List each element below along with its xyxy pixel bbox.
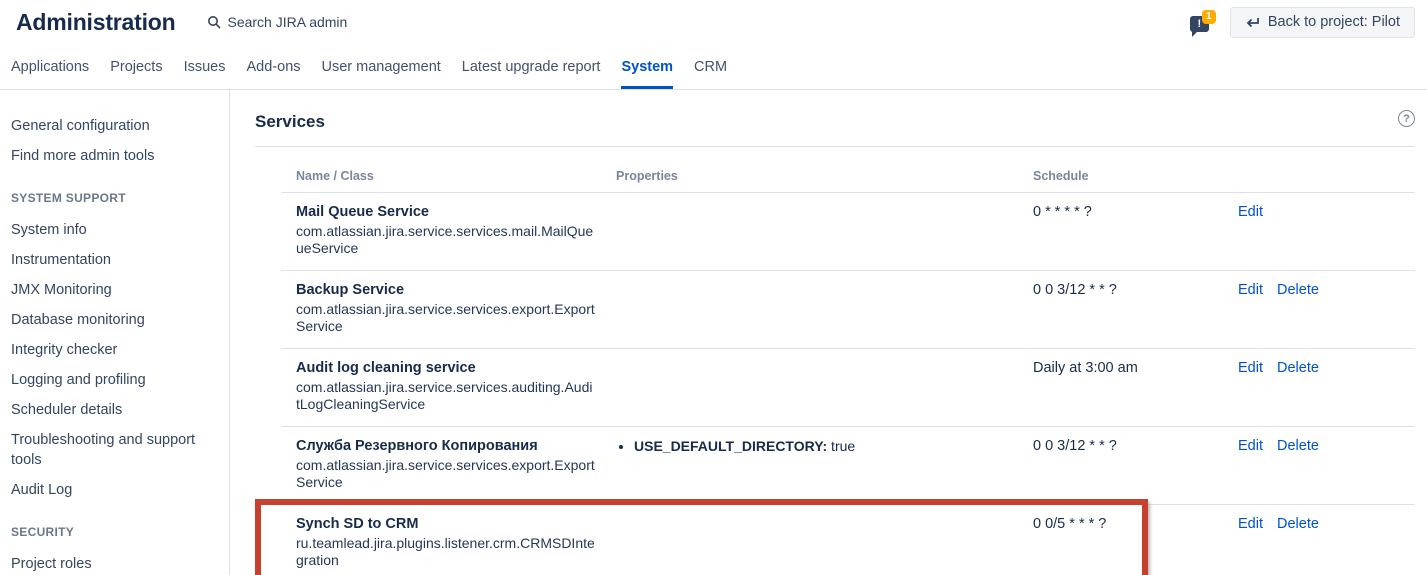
service-actions-cell: Edit <box>1223 204 1415 257</box>
service-actions-cell: Edit Delete <box>1223 360 1415 413</box>
column-header-properties: Properties <box>601 169 1018 183</box>
property-key: USE_DEFAULT_DIRECTORY: <box>634 438 827 454</box>
tab-projects[interactable]: Projects <box>110 44 162 89</box>
notifications-icon[interactable]: ! 1 <box>1190 10 1216 34</box>
service-property: USE_DEFAULT_DIRECTORY: true <box>634 438 1018 454</box>
service-name-cell: Synch SD to CRM ru.teamlead.jira.plugins.… <box>281 516 601 569</box>
sidebar-item-logging-and-profiling[interactable]: Logging and profiling <box>11 370 219 390</box>
return-arrow-icon <box>1245 16 1260 29</box>
notification-badge: 1 <box>1202 10 1216 24</box>
service-properties-cell: USE_DEFAULT_DIRECTORY: true <box>601 438 1018 491</box>
sidebar-item-project-roles[interactable]: Project roles <box>11 554 219 574</box>
services-heading: Services <box>255 112 325 132</box>
service-schedule: 0 0 3/12 * * ? <box>1018 282 1223 335</box>
tab-user-management[interactable]: User management <box>322 44 441 89</box>
sidebar-item-system-info[interactable]: System info <box>11 220 219 240</box>
main-content: Services ? Name / Class Properties Sched… <box>230 90 1427 575</box>
sidebar-item-database-monitoring[interactable]: Database monitoring <box>11 310 219 330</box>
edit-link[interactable]: Edit <box>1238 282 1263 298</box>
column-header-schedule: Schedule <box>1018 169 1223 183</box>
sidebar-item-integrity-checker[interactable]: Integrity checker <box>11 340 219 360</box>
sidebar-item-find-more-admin-tools[interactable]: Find more admin tools <box>11 146 219 166</box>
service-schedule: 0 * * * * ? <box>1018 204 1223 257</box>
service-class: com.atlassian.jira.service.services.expo… <box>296 457 596 491</box>
sidebar-item-troubleshooting-and-support-tools[interactable]: Troubleshooting and support tools <box>11 430 219 470</box>
service-schedule: 0 0 3/12 * * ? <box>1018 438 1223 491</box>
header-right: ! 1 Back to project: Pilot <box>1190 7 1415 38</box>
edit-link[interactable]: Edit <box>1238 204 1263 220</box>
table-row: Backup Service com.atlassian.jira.service… <box>281 271 1415 349</box>
tab-add-ons[interactable]: Add-ons <box>247 44 301 89</box>
help-icon[interactable]: ? <box>1398 110 1415 127</box>
service-class: com.atlassian.jira.service.services.audi… <box>296 379 596 413</box>
tab-issues[interactable]: Issues <box>184 44 226 89</box>
service-class: ru.teamlead.jira.plugins.listener.crm.CR… <box>296 535 596 569</box>
service-properties-cell <box>601 204 1018 257</box>
sidebar: General configuration Find more admin too… <box>0 90 230 575</box>
sidebar-section-system-support: SYSTEM SUPPORT <box>11 191 219 205</box>
edit-link[interactable]: Edit <box>1238 360 1263 376</box>
tab-applications[interactable]: Applications <box>11 44 89 89</box>
sidebar-item-instrumentation[interactable]: Instrumentation <box>11 250 219 270</box>
service-properties-cell <box>601 516 1018 569</box>
service-name-cell: Mail Queue Service com.atlassian.jira.ser… <box>281 204 601 257</box>
service-properties-cell <box>601 360 1018 413</box>
table-row: Служба Резервного Копирования com.atlassi… <box>281 427 1415 505</box>
service-actions-cell: Edit Delete <box>1223 438 1415 491</box>
sidebar-section-security: SECURITY <box>11 525 219 539</box>
service-actions-cell: Edit Delete <box>1223 516 1415 569</box>
service-properties-cell <box>601 282 1018 335</box>
service-class: com.atlassian.jira.service.services.mail… <box>296 223 596 257</box>
service-name: Mail Queue Service <box>296 204 601 220</box>
service-name: Backup Service <box>296 282 601 298</box>
service-schedule: Daily at 3:00 am <box>1018 360 1223 413</box>
table-row: Mail Queue Service com.atlassian.jira.ser… <box>281 193 1415 271</box>
service-class: com.atlassian.jira.service.services.expo… <box>296 301 596 335</box>
service-name: Audit log cleaning service <box>296 360 601 376</box>
delete-link[interactable]: Delete <box>1277 516 1319 532</box>
column-header-name: Name / Class <box>281 169 601 183</box>
table-row: Synch SD to CRM ru.teamlead.jira.plugins.… <box>281 505 1415 575</box>
delete-link[interactable]: Delete <box>1277 438 1319 454</box>
sidebar-item-general-configuration[interactable]: General configuration <box>11 116 219 136</box>
service-name-cell: Backup Service com.atlassian.jira.service… <box>281 282 601 335</box>
service-schedule: 0 0/5 * * * ? <box>1018 516 1223 569</box>
service-name-cell: Audit log cleaning service com.atlassian.… <box>281 360 601 413</box>
tab-crm[interactable]: CRM <box>694 44 727 89</box>
back-to-project-button[interactable]: Back to project: Pilot <box>1230 7 1415 38</box>
sidebar-item-audit-log[interactable]: Audit Log <box>11 480 219 500</box>
services-table: Name / Class Properties Schedule Mail Qu… <box>281 147 1415 575</box>
sidebar-item-jmx-monitoring[interactable]: JMX Monitoring <box>11 280 219 300</box>
back-to-project-label: Back to project: Pilot <box>1268 14 1400 30</box>
tab-system[interactable]: System <box>621 44 673 89</box>
page-title: Administration <box>16 9 175 36</box>
table-row: Audit log cleaning service com.atlassian.… <box>281 349 1415 427</box>
search-input[interactable] <box>227 14 447 30</box>
edit-link[interactable]: Edit <box>1238 438 1263 454</box>
admin-search[interactable] <box>207 14 447 30</box>
delete-link[interactable]: Delete <box>1277 282 1319 298</box>
delete-link[interactable]: Delete <box>1277 360 1319 376</box>
tab-latest-upgrade-report[interactable]: Latest upgrade report <box>462 44 601 89</box>
edit-link[interactable]: Edit <box>1238 516 1263 532</box>
app-header: Administration ! 1 Back to project: Pilo… <box>0 0 1427 44</box>
service-actions-cell: Edit Delete <box>1223 282 1415 335</box>
sidebar-item-scheduler-details[interactable]: Scheduler details <box>11 400 219 420</box>
service-name-cell: Служба Резервного Копирования com.atlassi… <box>281 438 601 491</box>
service-name: Synch SD to CRM <box>296 516 601 532</box>
admin-nav-tabs: Applications Projects Issues Add-ons User ma… <box>0 44 1427 90</box>
search-icon <box>207 15 221 29</box>
service-name: Служба Резервного Копирования <box>296 438 601 454</box>
table-header-row: Name / Class Properties Schedule <box>281 147 1415 193</box>
